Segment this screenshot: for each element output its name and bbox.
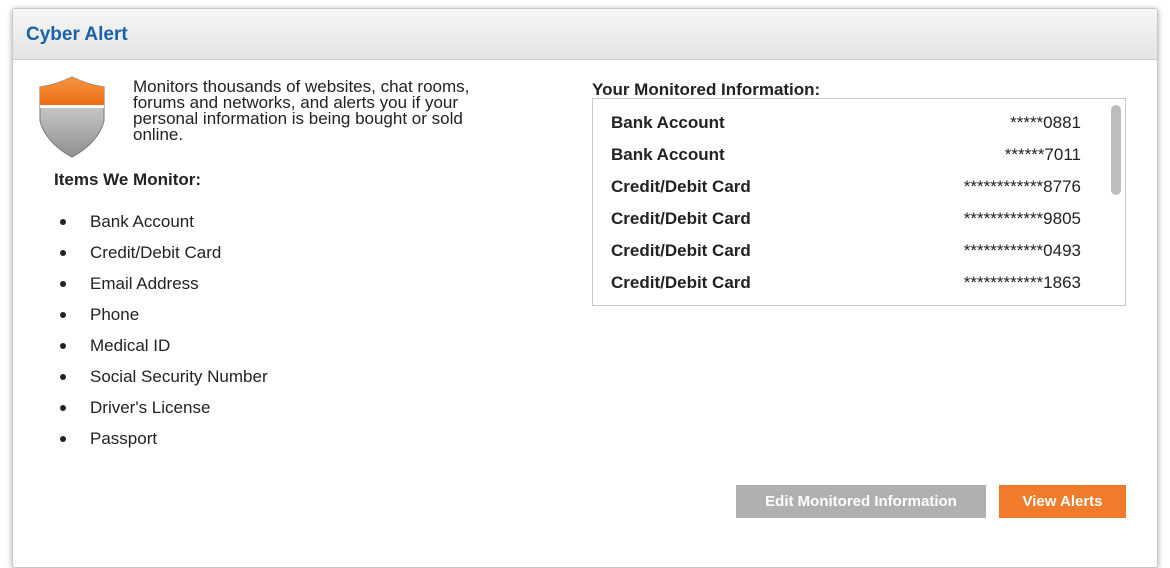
monitored-row-label: Credit/Debit Card bbox=[611, 209, 751, 228]
monitored-row: Credit/Debit Card ************0493 bbox=[611, 241, 1081, 263]
bullet-icon bbox=[60, 281, 66, 287]
bullet-icon bbox=[60, 219, 66, 225]
shield-icon bbox=[39, 76, 105, 158]
list-item: Bank Account bbox=[58, 212, 268, 243]
list-item: Driver's License bbox=[58, 398, 268, 429]
intro-line: personal information is being bought or … bbox=[133, 109, 463, 128]
monitored-row-label: Credit/Debit Card bbox=[611, 241, 751, 260]
bullet-icon bbox=[60, 374, 66, 380]
monitored-info-list[interactable]: Bank Account *****0881 Bank Account ****… bbox=[592, 98, 1126, 306]
monitored-info-title: Your Monitored Information: bbox=[592, 80, 821, 99]
view-alerts-button[interactable]: View Alerts bbox=[999, 485, 1126, 518]
list-item: Phone bbox=[58, 305, 268, 336]
bullet-icon bbox=[60, 312, 66, 318]
list-item: Passport bbox=[58, 429, 268, 460]
monitored-row: Credit/Debit Card ************8776 bbox=[611, 177, 1081, 199]
monitored-row-label: Credit/Debit Card bbox=[611, 177, 751, 196]
monitored-row-label: Bank Account bbox=[611, 145, 725, 164]
panel-header: Cyber Alert bbox=[13, 9, 1157, 60]
items-monitor-list: Bank Account Credit/Debit Card Email Add… bbox=[58, 212, 268, 460]
monitored-row-label: Credit/Debit Card bbox=[611, 273, 751, 292]
monitored-row-value: ******7011 bbox=[1004, 145, 1081, 164]
monitored-row-value: ************0493 bbox=[963, 241, 1081, 260]
intro-line: online. bbox=[133, 125, 184, 144]
monitored-row-label: Bank Account bbox=[611, 113, 725, 132]
bullet-icon bbox=[60, 250, 66, 256]
monitored-row-value: ************8776 bbox=[963, 177, 1081, 196]
scrollbar-thumb[interactable] bbox=[1111, 105, 1121, 195]
monitored-row-value: ************1863 bbox=[963, 273, 1081, 292]
list-item: Medical ID bbox=[58, 336, 268, 367]
monitored-row: Credit/Debit Card ************1863 bbox=[611, 273, 1081, 295]
list-item: Social Security Number bbox=[58, 367, 268, 398]
items-monitor-title: Items We Monitor: bbox=[54, 170, 202, 189]
panel-title: Cyber Alert bbox=[26, 24, 128, 45]
bullet-icon bbox=[60, 343, 66, 349]
intro-description: Monitors thousands of websites, chat roo… bbox=[133, 78, 533, 144]
monitored-row: Credit/Debit Card ************9805 bbox=[611, 209, 1081, 231]
monitored-row: Bank Account ******7011 bbox=[611, 145, 1081, 167]
bullet-icon bbox=[60, 405, 66, 411]
monitored-row: Bank Account *****0881 bbox=[611, 113, 1081, 135]
list-item: Credit/Debit Card bbox=[58, 243, 268, 274]
edit-monitored-information-button[interactable]: Edit Monitored Information bbox=[736, 485, 986, 518]
monitored-row-value: *****0881 bbox=[1010, 113, 1081, 132]
bullet-icon bbox=[60, 436, 66, 442]
list-item: Email Address bbox=[58, 274, 268, 305]
monitored-row-value: ************9805 bbox=[963, 209, 1081, 228]
